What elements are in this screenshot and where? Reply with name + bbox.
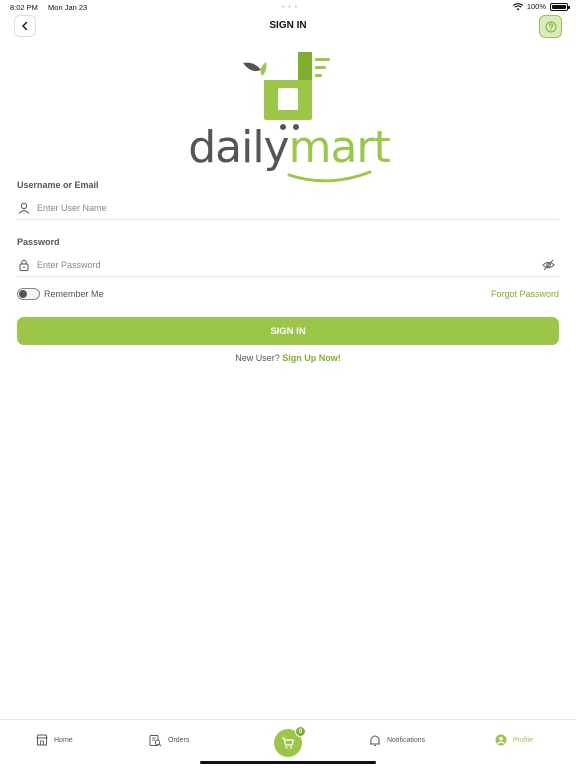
status-date: Mon Jan 23 <box>48 3 88 12</box>
remember-me-label: Remember Me <box>44 289 104 299</box>
logo-word-daily: daily <box>188 122 289 173</box>
username-group: Username or Email <box>17 180 559 220</box>
tab-orders[interactable]: Orders <box>149 734 189 747</box>
lock-icon <box>17 258 31 272</box>
status-right: 100% <box>512 2 570 11</box>
battery-percent: 100% <box>526 2 546 11</box>
tab-notifications[interactable]: Notifications <box>369 734 425 747</box>
orders-search-icon <box>149 735 162 747</box>
bottom-tab-bar: Home Orders 0 Notifications Profile <box>0 719 576 768</box>
dailymart-logo: dailymart <box>184 48 394 186</box>
battery-level <box>552 4 566 9</box>
username-label: Username or Email <box>17 180 99 190</box>
home-indicator[interactable] <box>200 761 376 764</box>
tab-home[interactable]: Home <box>36 734 73 746</box>
status-bar: 8:02 PM Mon Jan 23 • • • 100% <box>0 0 576 14</box>
tab-notifications-label: Notifications <box>387 737 426 744</box>
cart-button[interactable]: 0 <box>274 726 306 757</box>
tab-home-label: Home <box>54 736 73 744</box>
tab-orders-label: Orders <box>168 737 190 744</box>
status-left: 8:02 PM Mon Jan 23 <box>10 3 95 12</box>
forgot-password-link[interactable]: Forgot Password <box>491 289 559 299</box>
cart-icon <box>282 737 295 749</box>
bell-icon <box>370 735 380 746</box>
store-icon <box>36 734 48 746</box>
logo-wordmark: dailymart <box>184 124 394 172</box>
status-time: 8:02 PM <box>10 3 38 12</box>
page-title: SIGN IN <box>269 20 307 31</box>
username-input[interactable] <box>37 202 559 213</box>
cart-count-badge: 0 <box>295 726 306 737</box>
new-user-text: New User? <box>235 353 280 363</box>
options-row: Remember Me Forgot Password <box>17 286 559 302</box>
logo-word-mart: mart <box>288 122 391 173</box>
password-label: Password <box>17 237 60 247</box>
sign-in-button[interactable]: SIGN IN <box>17 317 559 345</box>
multitasking-dots[interactable]: • • • <box>282 4 298 11</box>
password-input[interactable] <box>37 259 559 270</box>
eye-off-icon[interactable] <box>542 258 555 276</box>
signup-prompt: New User? Sign Up Now! <box>0 353 576 363</box>
nav-header: SIGN IN <box>0 14 576 40</box>
toggle-knob <box>19 290 27 298</box>
battery-icon <box>550 2 570 11</box>
user-circle-icon <box>495 734 507 746</box>
tab-profile-label: Profile <box>513 736 533 744</box>
question-circle-icon <box>545 21 556 32</box>
password-group: Password <box>17 237 559 277</box>
password-field[interactable] <box>17 253 559 277</box>
sign-up-link[interactable]: Sign Up Now! <box>282 353 341 363</box>
remember-me-toggle[interactable] <box>17 288 40 300</box>
help-button[interactable] <box>539 15 562 38</box>
tab-profile[interactable]: Profile <box>495 734 533 746</box>
user-icon <box>17 201 31 215</box>
username-field[interactable] <box>17 196 559 220</box>
wifi-icon <box>512 2 523 10</box>
